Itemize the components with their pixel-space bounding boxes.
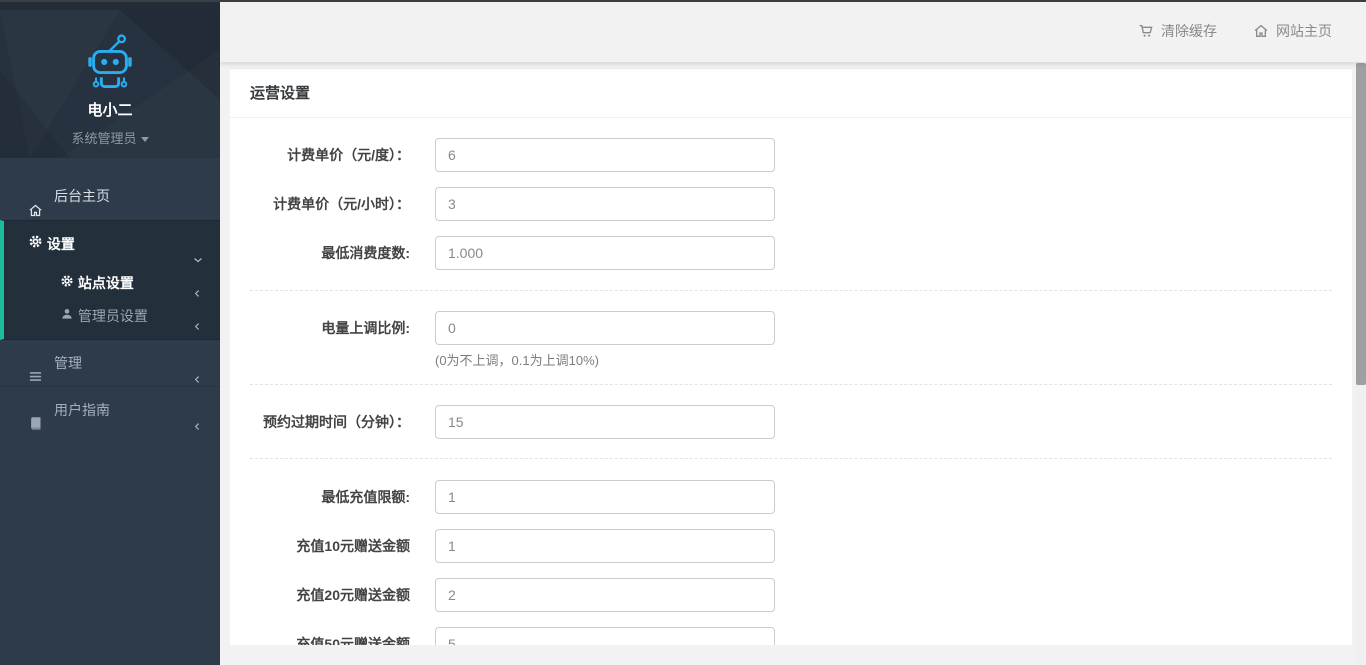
field-label: 计费单价（元/度）： [230, 138, 410, 172]
settings-form: 计费单价（元/度）： 计费单价（元/小时）： 最低消费度数: 电量上调比例: (… [230, 118, 1352, 645]
dashed-divider [250, 290, 1332, 291]
dashed-divider [250, 458, 1332, 459]
cart-icon [1138, 23, 1154, 39]
site-home-label: 网站主页 [1276, 21, 1332, 41]
home-icon [28, 189, 43, 204]
form-row: 电量上调比例: (0为不上调，0.1为上调10%) [230, 311, 1352, 369]
field-label: 充值10元赠送金额 [230, 529, 410, 563]
form-row: 最低消费度数: [230, 236, 1352, 270]
chevron-left-icon [192, 278, 204, 290]
book-icon [28, 403, 43, 418]
settings-panel: 运营设置 计费单价（元/度）： 计费单价（元/小时）： 最低消费度数: 电量上调… [230, 68, 1352, 645]
bonus-50-input[interactable] [435, 627, 775, 645]
panel-title: 运营设置 [230, 69, 1352, 118]
field-label: 计费单价（元/小时）： [230, 187, 410, 221]
sidebar-item-label: 后台主页 [54, 188, 110, 204]
sidebar-item-admin-settings[interactable]: 管理员设置 [4, 300, 220, 333]
sidebar-item-label: 用户指南 [54, 402, 110, 418]
dashed-divider [250, 384, 1332, 385]
bonus-20-input[interactable] [435, 578, 775, 612]
menu-icon [28, 356, 43, 371]
min-consumption-input[interactable] [435, 236, 775, 270]
field-label: 预约过期时间（分钟）： [230, 405, 410, 439]
field-label: 电量上调比例: [230, 311, 410, 345]
sidebar-item-dashboard[interactable]: 后台主页 [0, 172, 220, 220]
form-row: 计费单价（元/小时）： [230, 187, 1352, 221]
clear-cache-button[interactable]: 清除缓存 [1138, 21, 1217, 41]
top-hairline [0, 0, 1366, 2]
topbar: 清除缓存 网站主页 [220, 0, 1366, 62]
field-label: 最低充值限额: [230, 480, 410, 514]
field-label: 充值50元赠送金额 [230, 627, 410, 645]
sidebar-item-label: 管理员设置 [78, 308, 148, 324]
sidebar: 电小二 系统管理员 后台主页 设置 站点设置 [0, 0, 220, 665]
price-per-hour-input[interactable] [435, 187, 775, 221]
form-row: 充值50元赠送金额 [230, 627, 1352, 645]
field-label: 最低消费度数: [230, 236, 410, 270]
chevron-left-icon [192, 311, 204, 323]
form-row: 预约过期时间（分钟）： [230, 405, 1352, 439]
chevron-down-icon [192, 238, 204, 250]
sidebar-item-label: 管理 [54, 355, 82, 371]
home-icon [1253, 23, 1269, 39]
sidebar-item-label: 设置 [47, 236, 75, 252]
gear-icon [28, 236, 47, 252]
chevron-left-icon [192, 404, 204, 416]
form-row: 计费单价（元/度）： [230, 138, 1352, 172]
sidebar-logo-section: 电小二 系统管理员 [0, 10, 220, 158]
chevron-left-icon [192, 357, 204, 369]
vertical-scrollbar[interactable] [1356, 62, 1366, 665]
sidebar-item-settings[interactable]: 设置 [4, 221, 220, 267]
sidebar-group-settings: 设置 站点设置 管理员设置 [0, 220, 220, 340]
polygon-pattern [0, 10, 220, 158]
bonus-10-input[interactable] [435, 529, 775, 563]
site-home-link[interactable]: 网站主页 [1253, 21, 1332, 41]
form-row: 充值10元赠送金额 [230, 529, 1352, 563]
price-per-kwh-input[interactable] [435, 138, 775, 172]
sidebar-item-user-guide[interactable]: 用户指南 [0, 386, 220, 432]
min-recharge-input[interactable] [435, 480, 775, 514]
scrollbar-thumb[interactable] [1356, 63, 1366, 385]
reservation-expire-input[interactable] [435, 405, 775, 439]
sidebar-item-label: 站点设置 [78, 275, 134, 291]
main-content: 运营设置 计费单价（元/度）： 计费单价（元/小时）： 最低消费度数: 电量上调… [220, 62, 1366, 665]
sidebar-item-site-settings[interactable]: 站点设置 [4, 267, 220, 300]
sidebar-nav: 后台主页 设置 站点设置 [0, 172, 220, 432]
clear-cache-label: 清除缓存 [1161, 21, 1217, 41]
gear-icon [60, 275, 78, 291]
field-hint: (0为不上调，0.1为上调10%) [435, 350, 775, 369]
field-with-hint: (0为不上调，0.1为上调10%) [435, 311, 775, 369]
field-label: 充值20元赠送金额 [230, 578, 410, 612]
sidebar-item-management[interactable]: 管理 [0, 340, 220, 386]
form-row: 最低充值限额: [230, 480, 1352, 514]
power-markup-ratio-input[interactable] [435, 311, 775, 345]
form-row: 充值20元赠送金额 [230, 578, 1352, 612]
user-icon [60, 308, 78, 324]
